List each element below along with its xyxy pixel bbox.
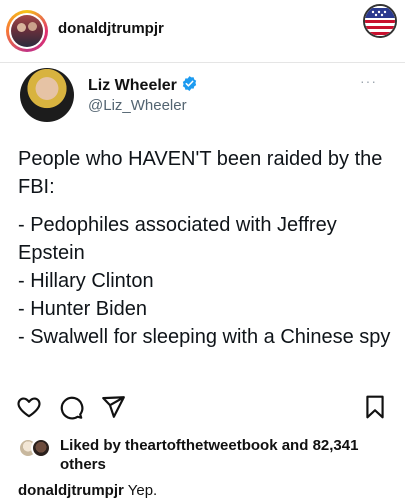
post-caption: donaldjtrumpjr Yep. bbox=[18, 482, 157, 499]
more-options-icon: ··· bbox=[360, 73, 377, 89]
likes-count[interactable]: 82,341 bbox=[313, 437, 359, 454]
verified-badge-icon bbox=[181, 75, 198, 97]
profile-avatar[interactable] bbox=[6, 10, 48, 52]
caption-username[interactable]: donaldjtrumpjr bbox=[18, 482, 124, 499]
tweet-line: - Hillary Clinton bbox=[18, 270, 154, 292]
tweet-intro: People who HAVEN'T been raided by the FB… bbox=[18, 148, 383, 198]
tweet-line: - Swalwell for sleeping with a Chinese s… bbox=[18, 326, 391, 348]
post-username[interactable]: donaldjtrumpjr bbox=[58, 20, 164, 37]
caption-text: Yep. bbox=[127, 482, 158, 499]
likes-summary[interactable]: Liked by theartofthetweetbook and 82,341… bbox=[18, 434, 398, 474]
tweet-line: - Pedophiles associated with Jeffrey Eps… bbox=[18, 214, 337, 264]
tweet-avatar bbox=[20, 68, 74, 122]
post-actions bbox=[0, 388, 405, 428]
tweet-author-name: Liz Wheeler bbox=[88, 75, 198, 97]
likes-user[interactable]: theartofthetweetbook bbox=[125, 437, 278, 454]
flag-badge-icon bbox=[363, 4, 397, 38]
tweet-display-name: Liz Wheeler bbox=[88, 77, 177, 94]
tweet-line: - Hunter Biden bbox=[18, 298, 147, 320]
likes-text: Liked by theartofthetweetbook and 82,341… bbox=[60, 436, 400, 474]
heart-icon[interactable] bbox=[16, 394, 42, 420]
comment-icon[interactable] bbox=[58, 394, 84, 420]
bookmark-icon[interactable] bbox=[362, 394, 388, 420]
likes-others[interactable]: others bbox=[60, 456, 106, 473]
liker-avatars bbox=[18, 438, 54, 460]
likes-and: and bbox=[281, 437, 309, 454]
likes-prefix: Liked by bbox=[60, 437, 121, 454]
liker-avatar bbox=[31, 438, 51, 458]
tweet-handle: @Liz_Wheeler bbox=[88, 97, 187, 114]
share-icon[interactable] bbox=[100, 394, 126, 420]
tweet-card: Liz Wheeler @Liz_Wheeler ··· People who … bbox=[0, 63, 405, 388]
avatar-photo bbox=[11, 15, 43, 47]
tweet-body: People who HAVEN'T been raided by the FB… bbox=[18, 145, 393, 351]
post-header: donaldjtrumpjr bbox=[0, 0, 405, 62]
